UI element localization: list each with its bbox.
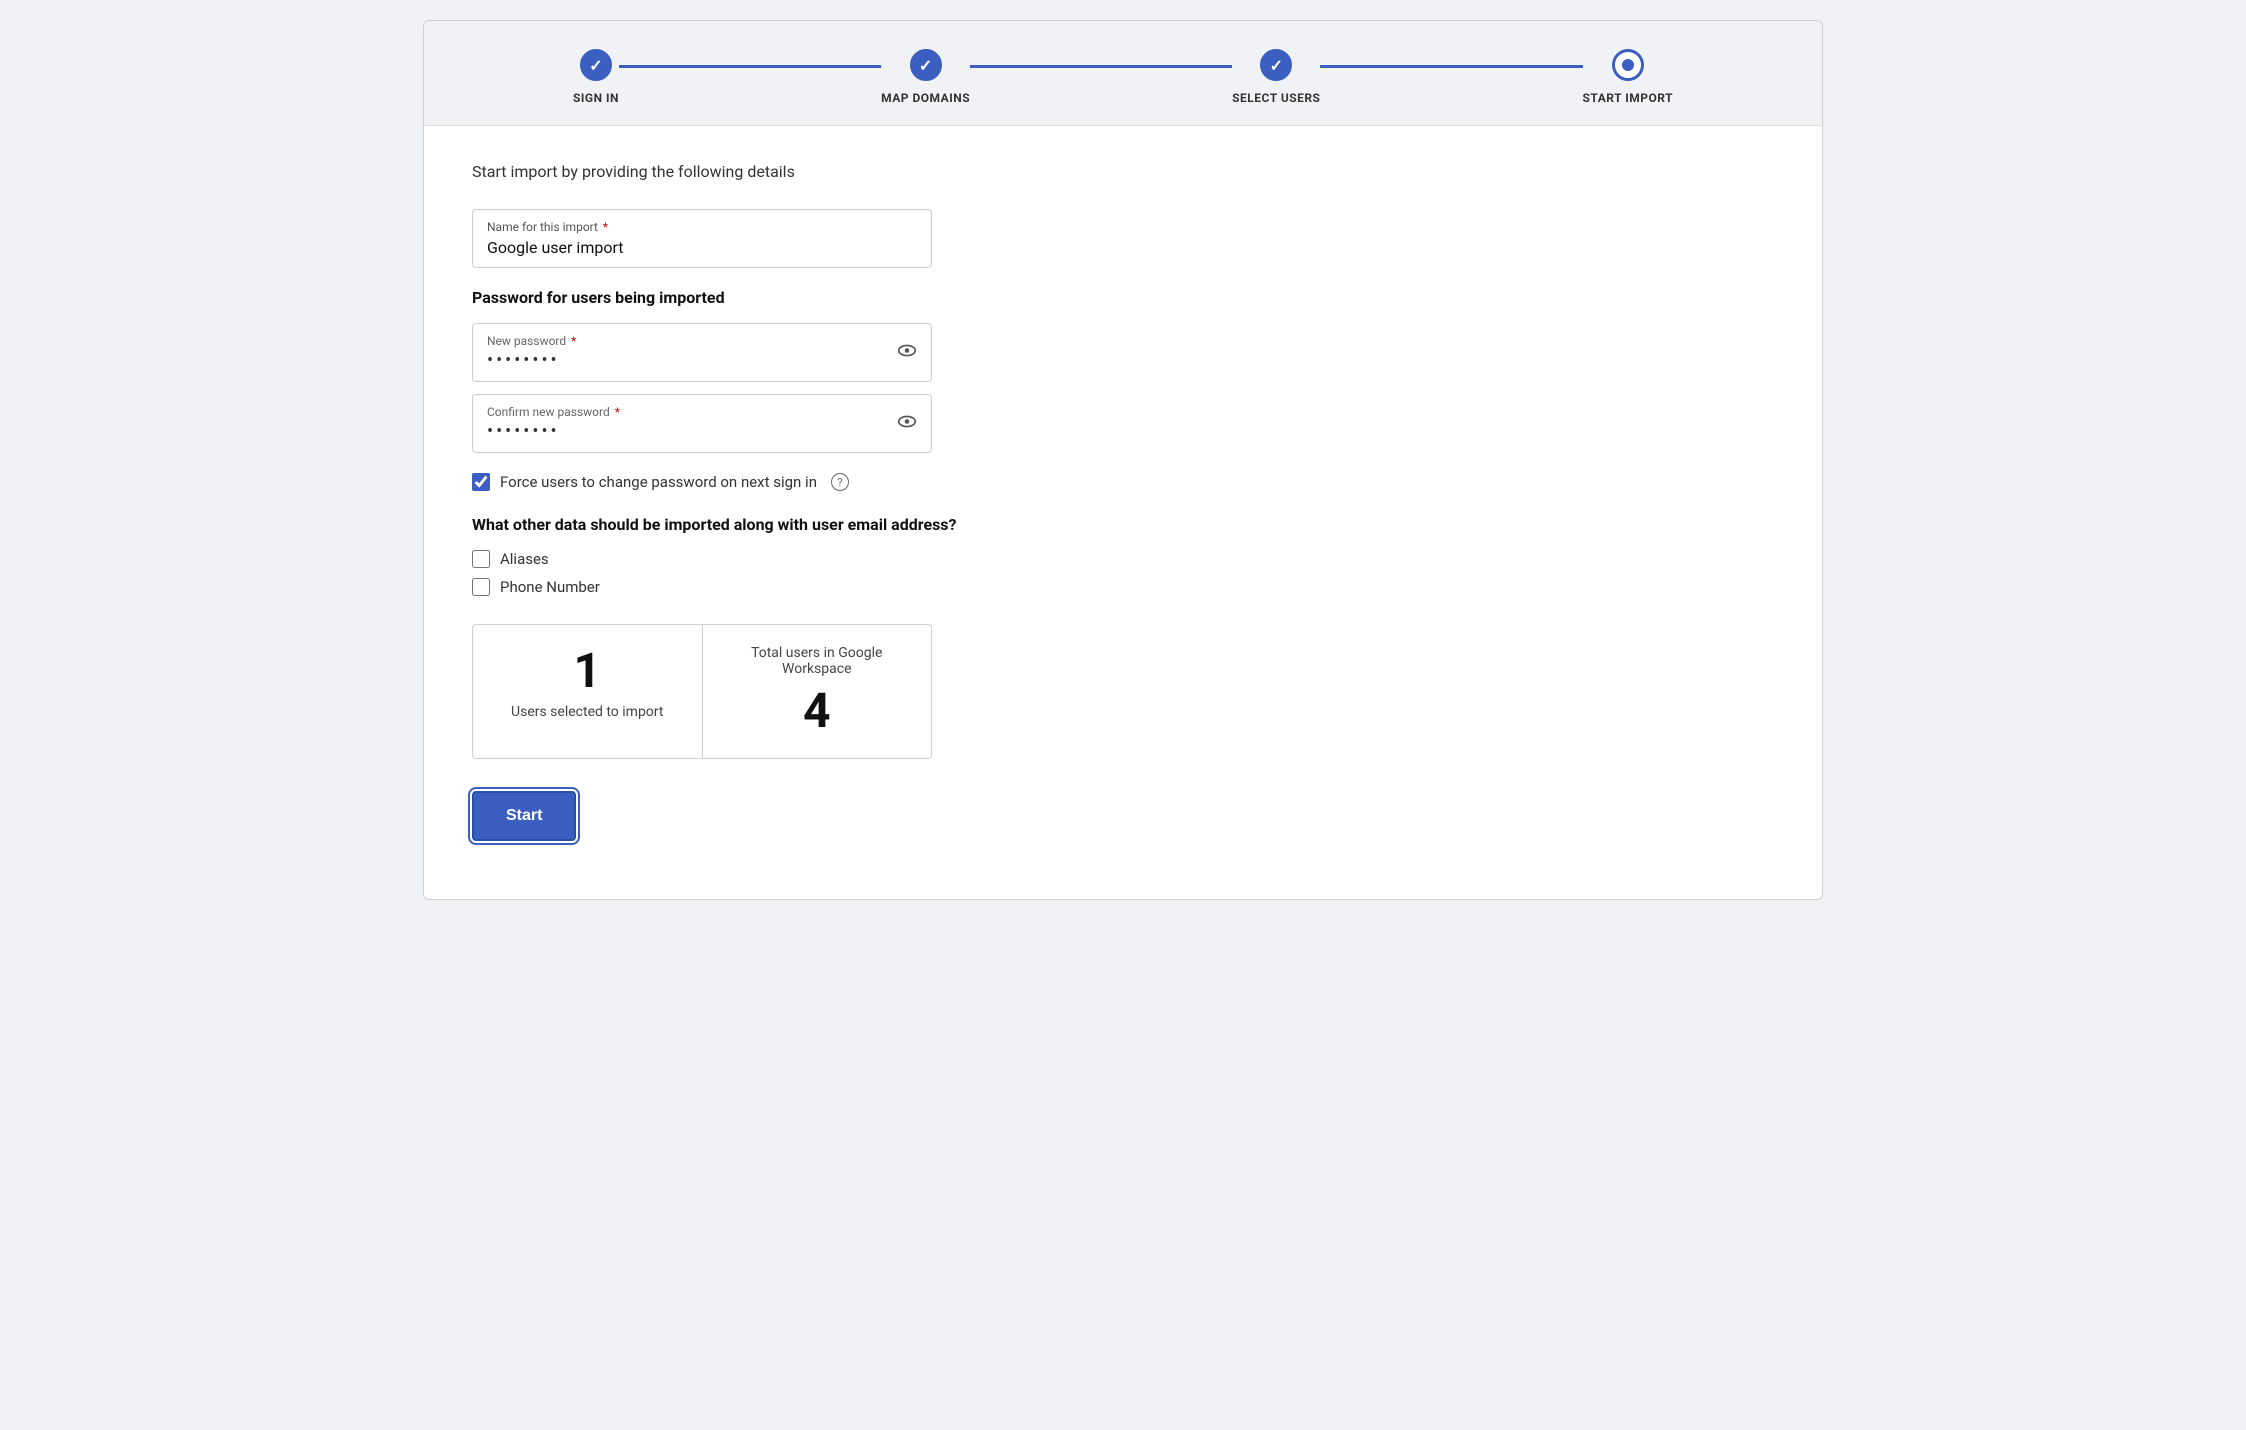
force-password-label: Force users to change password on next s… <box>500 473 817 491</box>
total-users-box: Total users in Google Workspace 4 <box>703 625 932 758</box>
users-selected-count: 1 <box>497 645 678 698</box>
stats-row: 1 Users selected to import Total users i… <box>472 624 932 759</box>
stepper-inner: ✓ SIGN IN ✓ MAP DOMAINS ✓ SELECT USERS <box>573 49 1673 105</box>
step-select-users: ✓ SELECT USERS <box>1232 49 1320 105</box>
aliases-checkbox[interactable] <box>472 550 490 568</box>
phone-row: Phone Number <box>472 578 1774 596</box>
checkmark-icon-3: ✓ <box>1270 56 1283 75</box>
step-label-start-import: START IMPORT <box>1583 91 1674 105</box>
new-password-label: New password * <box>487 334 887 348</box>
page-description: Start import by providing the following … <box>472 162 1774 181</box>
required-star-confirm: * <box>612 405 620 419</box>
checkmark-icon: ✓ <box>589 56 602 75</box>
import-name-group: Name for this import * Google user impor… <box>472 209 1774 268</box>
users-selected-label: Users selected to import <box>497 704 678 720</box>
step-start-import: START IMPORT <box>1583 49 1674 105</box>
total-users-label: Total users in Google Workspace <box>727 645 908 677</box>
phone-checkbox[interactable] <box>472 578 490 596</box>
password-section-title: Password for users being imported <box>472 288 1774 307</box>
new-password-wrapper: New password * •••••••• <box>472 323 932 382</box>
additional-data-section: What other data should be imported along… <box>472 515 1774 596</box>
step-label-sign-in: SIGN IN <box>573 91 619 105</box>
phone-label: Phone Number <box>500 578 600 596</box>
toggle-confirm-password-icon[interactable] <box>896 410 918 437</box>
confirm-password-input[interactable]: Confirm new password * •••••••• <box>472 394 932 453</box>
connector-3 <box>1320 65 1582 68</box>
import-name-value: Google user import <box>487 238 624 257</box>
toggle-new-password-icon[interactable] <box>896 339 918 366</box>
additional-data-title: What other data should be imported along… <box>472 515 1774 534</box>
stepper: ✓ SIGN IN ✓ MAP DOMAINS ✓ SELECT USERS <box>424 21 1822 126</box>
start-button[interactable]: Start <box>472 791 576 841</box>
force-password-checkbox[interactable] <box>472 473 490 491</box>
password-section: Password for users being imported New pa… <box>472 288 1774 453</box>
step-label-map-domains: MAP DOMAINS <box>881 91 970 105</box>
help-icon[interactable]: ? <box>831 473 849 491</box>
confirm-password-dots: •••••••• <box>487 421 560 442</box>
step-circle-start-import <box>1612 49 1644 81</box>
force-password-row: Force users to change password on next s… <box>472 473 1774 491</box>
connector-1 <box>619 65 881 68</box>
page-wrapper: ✓ SIGN IN ✓ MAP DOMAINS ✓ SELECT USERS <box>423 20 1823 900</box>
import-name-input[interactable]: Name for this import * Google user impor… <box>472 209 932 268</box>
total-users-count: 4 <box>727 685 908 738</box>
step-circle-select-users: ✓ <box>1260 49 1292 81</box>
step-sign-in: ✓ SIGN IN <box>573 49 619 105</box>
confirm-password-wrapper: Confirm new password * •••••••• <box>472 394 932 453</box>
import-name-label: Name for this import * <box>487 220 917 234</box>
required-star-name: * <box>600 220 608 234</box>
users-selected-box: 1 Users selected to import <box>473 625 703 758</box>
main-content: Start import by providing the following … <box>424 126 1822 877</box>
checkmark-icon-2: ✓ <box>919 56 932 75</box>
connector-2 <box>970 65 1232 68</box>
step-circle-sign-in: ✓ <box>580 49 612 81</box>
confirm-password-label: Confirm new password * <box>487 405 887 419</box>
aliases-row: Aliases <box>472 550 1774 568</box>
required-star-pw: * <box>568 334 576 348</box>
new-password-dots: •••••••• <box>487 350 560 371</box>
active-dot <box>1622 59 1634 71</box>
step-map-domains: ✓ MAP DOMAINS <box>881 49 970 105</box>
new-password-input[interactable]: New password * •••••••• <box>472 323 932 382</box>
step-circle-map-domains: ✓ <box>910 49 942 81</box>
aliases-label: Aliases <box>500 550 549 568</box>
step-label-select-users: SELECT USERS <box>1232 91 1320 105</box>
